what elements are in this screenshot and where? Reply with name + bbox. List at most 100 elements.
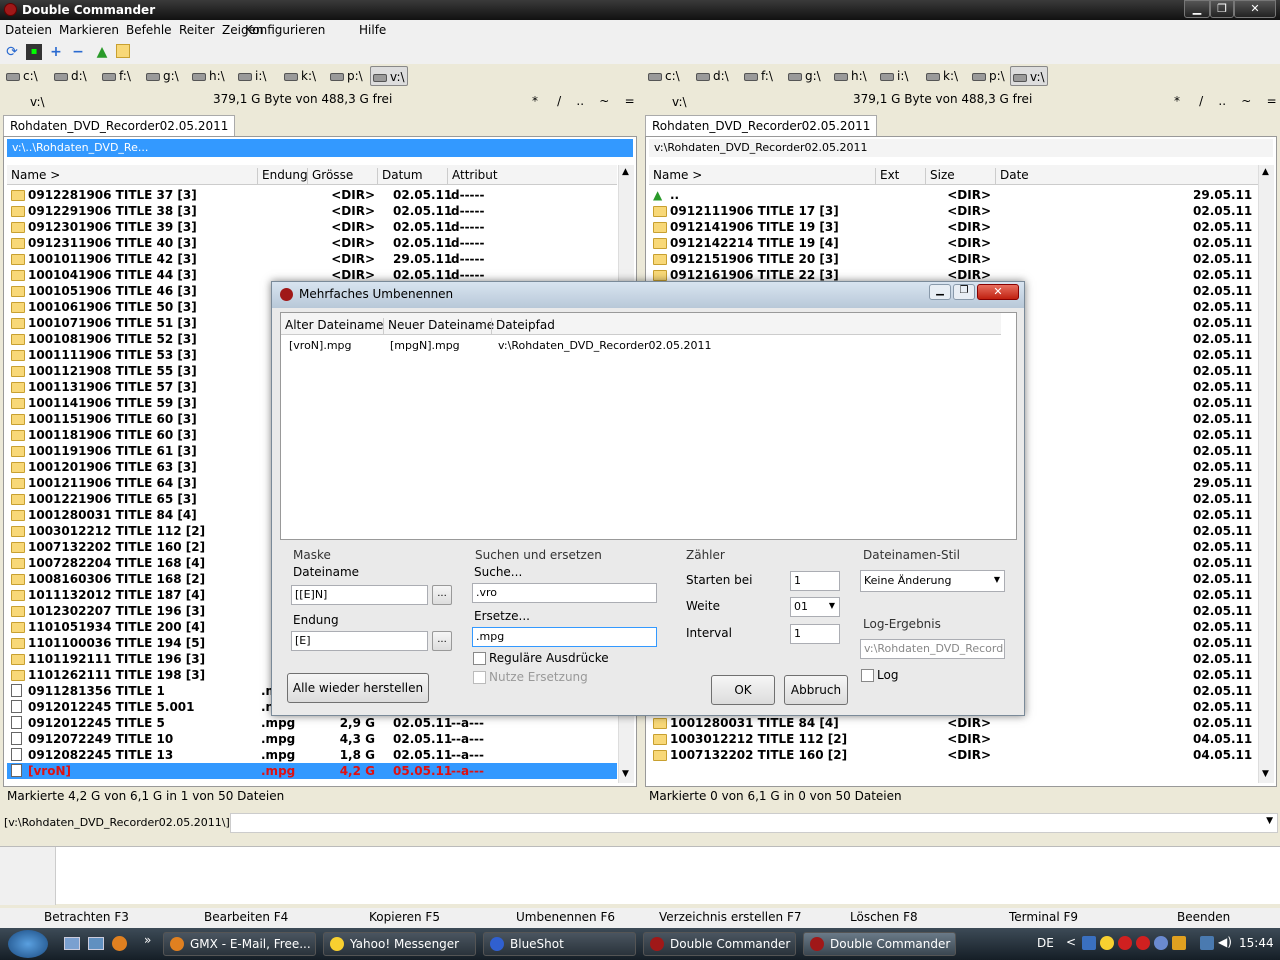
counter-interval-input[interactable]: 1 — [790, 624, 840, 644]
list-item-folder[interactable]: 1007132202 TITLE 160 [2] <DIR> 04.05.11 — [649, 747, 1259, 763]
list-item-folder[interactable]: 1003012212 TITLE 112 [2] <DIR> 04.05.11 — [649, 731, 1259, 747]
right-path-box[interactable]: v:\Rohdaten_DVD_Recorder02.05.2011 — [649, 139, 1273, 157]
tool-icon[interactable] — [1172, 936, 1186, 950]
filename-style-select[interactable]: Keine Änderung ▼ — [860, 570, 1005, 592]
left-path-box[interactable]: v:\..\Rohdaten_DVD_Re... — [7, 139, 633, 157]
refresh-icon[interactable]: ⟳ — [4, 44, 20, 60]
list-item-file[interactable]: 0912012245 TITLE 5 .mpg 2,9 G 02.05.11 --a--… — [7, 715, 617, 731]
scroll-up-icon[interactable]: ▲ — [622, 167, 629, 177]
drive-i[interactable]: i:\ — [238, 66, 266, 86]
dialog-maximize-button[interactable]: ❐ — [953, 284, 975, 300]
list-item-folder[interactable]: 0912291906 TITLE 38 [3] <DIR> 02.05.11 d---… — [7, 203, 617, 219]
col-path[interactable]: Dateipfad — [491, 318, 555, 334]
minus-icon[interactable]: − — [70, 44, 86, 60]
menu-hilfe[interactable]: Hilfe — [359, 23, 386, 37]
folder-icon[interactable] — [116, 44, 130, 58]
replace-input[interactable]: .mpg — [472, 627, 657, 647]
counter-width-select[interactable]: 01 ▼ — [790, 597, 840, 617]
right-root-button[interactable]: * / .. ~ = — [1174, 94, 1277, 108]
list-item-folder[interactable]: 0912311906 TITLE 40 [3] <DIR> 02.05.11 d---… — [7, 235, 617, 251]
cancel-button[interactable]: Abbruch — [784, 675, 848, 705]
menu-reiter[interactable]: Reiter — [179, 23, 215, 37]
drive-p[interactable]: p:\ — [330, 66, 363, 86]
volume-icon[interactable]: ◀) — [1218, 935, 1232, 949]
chevron-left-icon[interactable]: < — [1066, 935, 1076, 949]
menu-befehle[interactable]: Befehle — [126, 23, 172, 37]
alert-icon[interactable] — [1136, 936, 1150, 950]
list-item-folder[interactable]: 1001280031 TITLE 84 [4] <DIR> 02.05.11 — [649, 715, 1259, 731]
counter-start-input[interactable]: 1 — [790, 571, 840, 591]
f7-mkdir-button[interactable]: Verzeichnis erstellen F7 — [659, 910, 801, 924]
f5-copy-button[interactable]: Kopieren F5 — [369, 910, 440, 924]
task-blueshot[interactable]: BlueShot — [483, 932, 636, 956]
chevron-right-icon[interactable]: » — [144, 933, 151, 947]
chevron-down-icon[interactable]: ▼ — [1266, 816, 1273, 826]
drive-f[interactable]: f:\ — [744, 66, 773, 86]
scroll-down-icon[interactable]: ▼ — [1262, 769, 1269, 779]
drive-c[interactable]: c:\ — [648, 66, 680, 86]
left-tab[interactable]: Rohdaten_DVD_Recorder02.05.2011 — [3, 115, 236, 137]
command-input[interactable]: ▼ — [230, 813, 1278, 833]
scroll-up-icon[interactable]: ▲ — [1262, 167, 1269, 177]
list-item-folder[interactable]: 0912281906 TITLE 37 [3] <DIR> 02.05.11 d---… — [7, 187, 617, 203]
security-icon[interactable] — [1118, 936, 1132, 950]
update-icon[interactable] — [1154, 936, 1168, 950]
drive-v[interactable]: v:\ — [370, 66, 408, 86]
list-item-file[interactable]: 0912072249 TITLE 10 .mpg 4,3 G 02.05.11 --a-… — [7, 731, 617, 747]
menu-konfigurieren[interactable]: Konfigurieren — [245, 23, 325, 37]
task-doublecmd-1[interactable]: Double Commander — [643, 932, 796, 956]
drive-g[interactable]: g:\ — [146, 66, 179, 86]
list-item-file[interactable]: [vroN] .mpg 4,2 G 05.05.11 --a--- — [7, 763, 617, 779]
extension-browse-button[interactable]: ... — [432, 631, 452, 651]
log-checkbox[interactable] — [861, 669, 874, 682]
col-ext[interactable]: Endung — [257, 168, 308, 184]
log-path-input[interactable]: v:\Rohdaten_DVD_Recorder — [860, 639, 1005, 659]
f8-delete-button[interactable]: Löschen F8 — [850, 910, 918, 924]
drive-k[interactable]: k:\ — [284, 66, 316, 86]
f3-view-button[interactable]: Betrachten F3 — [44, 910, 129, 924]
drive-g[interactable]: g:\ — [788, 66, 821, 86]
arrow-up-icon[interactable]: ▲ — [94, 44, 110, 60]
reset-all-button[interactable]: Alle wieder herstellen — [287, 673, 429, 703]
minimize-button[interactable]: ▁ — [1184, 0, 1210, 18]
regex-checkbox[interactable] — [473, 652, 486, 665]
dialog-minimize-button[interactable]: ▁ — [929, 284, 951, 300]
col-name[interactable]: Name > — [7, 168, 60, 184]
list-item-folder[interactable]: 0912151906 TITLE 20 [3] <DIR> 02.05.11 — [649, 251, 1259, 267]
firefox-icon[interactable] — [112, 936, 127, 951]
drive-v[interactable]: v:\ — [1010, 66, 1048, 86]
close-button[interactable]: ✕ — [1234, 0, 1276, 18]
terminal-icon[interactable]: ▪ — [26, 44, 42, 60]
table-row[interactable]: [vroN].mpg [mpgN].mpg v:\Rohdaten_DVD_Re… — [281, 339, 1001, 355]
f6-rename-button[interactable]: Umbenennen F6 — [516, 910, 615, 924]
use-substitution-checkbox[interactable] — [473, 671, 486, 684]
drive-i[interactable]: i:\ — [880, 66, 908, 86]
f9-terminal-button[interactable]: Terminal F9 — [1009, 910, 1078, 924]
switch-windows-icon[interactable] — [88, 937, 104, 950]
task-gmx[interactable]: GMX - E-Mail, Free... — [163, 932, 316, 956]
show-desktop-icon[interactable] — [64, 937, 80, 950]
filename-mask-input[interactable]: [[E]N] — [291, 585, 428, 605]
col-ext[interactable]: Ext — [875, 168, 899, 184]
dialog-close-button[interactable]: ✕ — [977, 284, 1019, 300]
col-date[interactable]: Date — [995, 168, 1029, 184]
filename-browse-button[interactable]: ... — [432, 585, 452, 605]
list-item-folder[interactable]: 0912111906 TITLE 17 [3] <DIR> 02.05.11 — [649, 203, 1259, 219]
col-old-name[interactable]: Alter Dateiname — [281, 318, 383, 334]
scroll-down-icon[interactable]: ▼ — [622, 769, 629, 779]
right-scrollbar[interactable]: ▲ ▼ — [1258, 165, 1274, 783]
col-attr[interactable]: Attribut — [447, 168, 498, 184]
drive-c[interactable]: c:\ — [6, 66, 38, 86]
clock[interactable]: 15:44 — [1239, 936, 1274, 950]
start-button[interactable] — [8, 930, 48, 958]
ok-button[interactable]: OK — [711, 675, 775, 705]
menu-dateien[interactable]: Dateien — [5, 23, 52, 37]
search-input[interactable]: .vro — [472, 583, 657, 603]
f4-edit-button[interactable]: Bearbeiten F4 — [204, 910, 288, 924]
extension-mask-input[interactable]: [E] — [291, 631, 428, 651]
exit-button[interactable]: Beenden — [1177, 910, 1230, 924]
task-yahoo[interactable]: Yahoo! Messenger — [323, 932, 476, 956]
list-item-parent[interactable]: ▲.. <DIR> 29.05.11 — [649, 187, 1259, 203]
list-item-folder[interactable]: 0912301906 TITLE 39 [3] <DIR> 02.05.11 d---… — [7, 219, 617, 235]
list-item-file[interactable]: 0912082245 TITLE 13 .mpg 1,8 G 02.05.11 --a-… — [7, 747, 617, 763]
